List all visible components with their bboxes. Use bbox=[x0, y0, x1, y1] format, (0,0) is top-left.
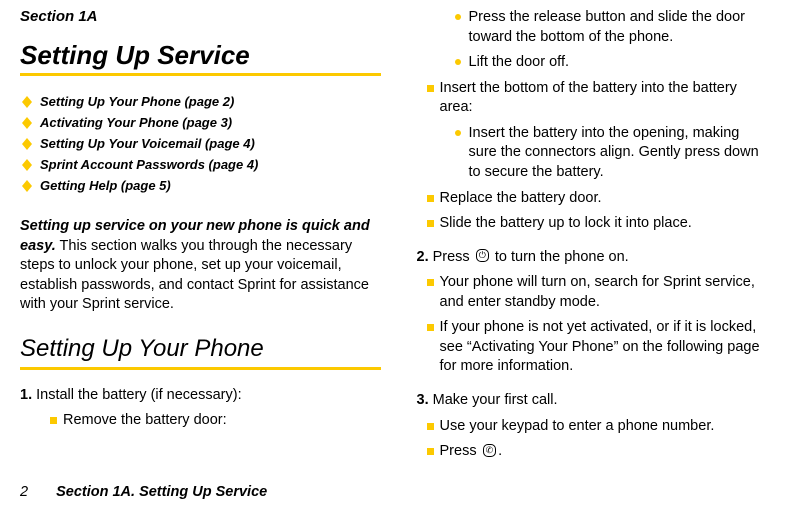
page-number: 2 bbox=[20, 484, 28, 500]
sub2-item: Insert the battery into the opening, mak… bbox=[411, 124, 772, 183]
dot-bullet-icon bbox=[455, 130, 461, 136]
toc-text: Setting Up Your Phone (page 2) bbox=[40, 94, 234, 109]
toc-text: Sprint Account Passwords (page 4) bbox=[40, 157, 258, 172]
sub-text: Insert the bottom of the battery into th… bbox=[440, 79, 772, 118]
power-key-icon: ⏻ bbox=[476, 249, 489, 262]
toc-text: Setting Up Your Voicemail (page 4) bbox=[40, 136, 255, 151]
square-bullet-icon bbox=[50, 417, 57, 424]
step-number: 2. bbox=[417, 249, 429, 265]
call-key-icon: ✆ bbox=[483, 444, 497, 457]
sub2-text: Lift the door off. bbox=[469, 53, 570, 73]
dot-bullet-icon bbox=[455, 59, 461, 65]
toc-item: Sprint Account Passwords (page 4) bbox=[20, 157, 381, 172]
sub-text-a: Press bbox=[440, 443, 481, 459]
diamond-icon bbox=[22, 117, 32, 129]
dot-bullet-icon bbox=[455, 14, 461, 20]
diamond-icon bbox=[22, 138, 32, 150]
title-underline bbox=[20, 73, 381, 76]
square-bullet-icon bbox=[427, 279, 434, 286]
square-bullet-icon bbox=[427, 85, 434, 92]
content-columns: Section 1A Setting Up Service Setting Up… bbox=[20, 8, 771, 458]
right-column: Press the release button and slide the d… bbox=[411, 8, 772, 458]
sub2-item: Press the release button and slide the d… bbox=[411, 8, 772, 47]
step-3: 3. Make your first call. bbox=[411, 391, 772, 411]
sub-item: Use your keypad to enter a phone number. bbox=[411, 417, 772, 437]
main-title: Setting Up Service bbox=[20, 40, 381, 71]
square-bullet-icon bbox=[427, 220, 434, 227]
sub-item: Slide the battery up to lock it into pla… bbox=[411, 214, 772, 234]
sub-item: Your phone will turn on, search for Spri… bbox=[411, 273, 772, 312]
sub-item: If your phone is not yet activated, or i… bbox=[411, 318, 772, 377]
sub-item: Press ✆. bbox=[411, 442, 772, 462]
toc-text: Activating Your Phone (page 3) bbox=[40, 115, 232, 130]
step-1: 1. Install the battery (if necessary): bbox=[20, 386, 381, 406]
sub-item: Remove the battery door: bbox=[20, 411, 381, 431]
toc-list: Setting Up Your Phone (page 2) Activatin… bbox=[20, 94, 381, 199]
sub-text: If your phone is not yet activated, or i… bbox=[440, 318, 772, 377]
sub2-item: Lift the door off. bbox=[411, 53, 772, 73]
step-number: 1. bbox=[20, 387, 32, 403]
step-text-b: to turn the phone on. bbox=[491, 249, 629, 265]
footer-text: Section 1A. Setting Up Service bbox=[56, 484, 267, 500]
diamond-icon bbox=[22, 96, 32, 108]
sub2-text: Insert the battery into the opening, mak… bbox=[469, 124, 772, 183]
subsection-underline bbox=[20, 367, 381, 370]
toc-item: Setting Up Your Phone (page 2) bbox=[20, 94, 381, 109]
sub-item: Replace the battery door. bbox=[411, 189, 772, 209]
sub-text: Slide the battery up to lock it into pla… bbox=[440, 214, 692, 234]
step-text-a: Press bbox=[429, 249, 474, 265]
sub-text-b: . bbox=[498, 443, 502, 459]
sub-text: Your phone will turn on, search for Spri… bbox=[440, 273, 772, 312]
square-bullet-icon bbox=[427, 448, 434, 455]
section-label: Section 1A bbox=[20, 8, 381, 25]
square-bullet-icon bbox=[427, 324, 434, 331]
sub-text: Use your keypad to enter a phone number. bbox=[440, 417, 715, 437]
square-bullet-icon bbox=[427, 423, 434, 430]
diamond-icon bbox=[22, 180, 32, 192]
step-text: Install the battery (if necessary): bbox=[32, 387, 242, 403]
intro-paragraph: Setting up service on your new phone is … bbox=[20, 217, 381, 315]
toc-item: Activating Your Phone (page 3) bbox=[20, 115, 381, 130]
sub2-text: Press the release button and slide the d… bbox=[469, 8, 772, 47]
sub-text: Press ✆. bbox=[440, 442, 503, 462]
subsection-heading: Setting Up Your Phone bbox=[20, 335, 381, 363]
diamond-icon bbox=[22, 159, 32, 171]
sub-item: Insert the bottom of the battery into th… bbox=[411, 79, 772, 118]
toc-text: Getting Help (page 5) bbox=[40, 178, 171, 193]
intro-rest: This section walks you through the neces… bbox=[20, 238, 369, 313]
page-footer: 2 Section 1A. Setting Up Service bbox=[20, 484, 267, 500]
toc-item: Getting Help (page 5) bbox=[20, 178, 381, 193]
square-bullet-icon bbox=[427, 195, 434, 202]
step-2: 2. Press ⏻ to turn the phone on. bbox=[411, 248, 772, 268]
step-number: 3. bbox=[417, 392, 429, 408]
toc-item: Setting Up Your Voicemail (page 4) bbox=[20, 136, 381, 151]
left-column: Section 1A Setting Up Service Setting Up… bbox=[20, 8, 381, 458]
sub-text: Replace the battery door. bbox=[440, 189, 602, 209]
step-text: Make your first call. bbox=[429, 392, 558, 408]
sub-text: Remove the battery door: bbox=[63, 411, 227, 431]
